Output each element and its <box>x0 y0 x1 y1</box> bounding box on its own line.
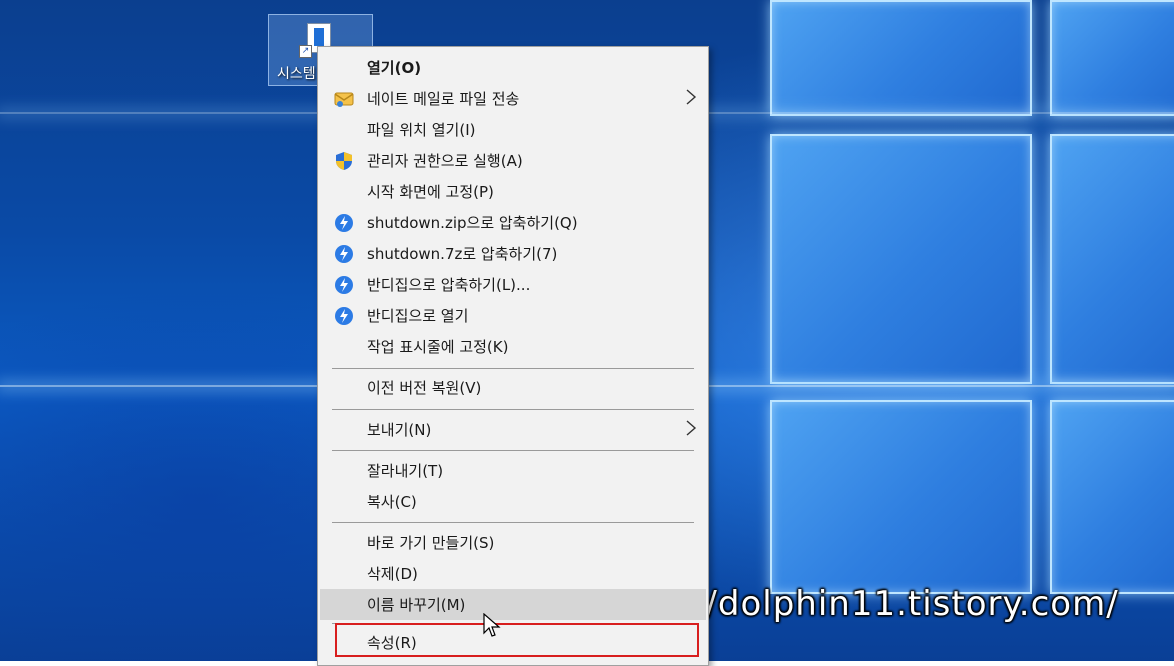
wallpaper-pane <box>770 134 1032 384</box>
nate-mail-icon <box>334 89 354 109</box>
wallpaper-pane <box>1050 0 1174 116</box>
menu-item-run-as-admin[interactable]: 관리자 권한으로 실행(A) <box>320 145 706 176</box>
uac-shield-icon <box>334 151 354 171</box>
menu-item-pin-to-taskbar[interactable]: 작업 표시줄에 고정(K) <box>320 331 706 362</box>
desktop-icon-label: 시스템 <box>277 66 316 82</box>
menu-item-label: 바로 가기 만들기(S) <box>367 534 495 552</box>
menu-item-label: shutdown.7z로 압축하기(7) <box>367 245 558 263</box>
menu-item-rename[interactable]: 이름 바꾸기(M) <box>320 589 706 620</box>
bandizip-icon <box>334 244 354 264</box>
menu-item-label: 삭제(D) <box>367 565 418 583</box>
menu-item-label: 관리자 권한으로 실행(A) <box>367 152 523 170</box>
menu-item-label: 보내기(N) <box>367 421 432 439</box>
menu-item-label: 열기(O) <box>367 59 422 77</box>
menu-item-compress-7z[interactable]: shutdown.7z로 압축하기(7) <box>320 238 706 269</box>
menu-item-restore-previous[interactable]: 이전 버전 복원(V) <box>320 372 706 403</box>
bandizip-icon <box>334 213 354 233</box>
menu-item-pin-to-start[interactable]: 시작 화면에 고정(P) <box>320 176 706 207</box>
menu-item-bandizip-compress[interactable]: 반디집으로 압축하기(L)... <box>320 269 706 300</box>
shortcut-arrow-icon: ↗ <box>299 45 312 58</box>
menu-item-open-file-location[interactable]: 파일 위치 열기(I) <box>320 114 706 145</box>
menu-item-create-shortcut[interactable]: 바로 가기 만들기(S) <box>320 527 706 558</box>
menu-item-label: shutdown.zip으로 압축하기(Q) <box>367 214 578 232</box>
menu-item-label: 잘라내기(T) <box>367 462 444 480</box>
chevron-right-icon <box>684 418 698 438</box>
menu-item-label: 시작 화면에 고정(P) <box>367 183 494 201</box>
menu-separator <box>332 368 694 369</box>
menu-item-copy[interactable]: 복사(C) <box>320 486 706 517</box>
menu-separator <box>332 450 694 451</box>
menu-item-send-to[interactable]: 보내기(N) <box>320 414 706 445</box>
wallpaper-pane <box>770 400 1032 594</box>
menu-item-label: 파일 위치 열기(I) <box>367 121 476 139</box>
menu-item-label: 반디집으로 열기 <box>367 307 469 325</box>
menu-item-label: 이전 버전 복원(V) <box>367 379 482 397</box>
menu-item-label: 네이트 메일로 파일 전송 <box>367 90 520 108</box>
context-menu: 열기(O) 네이트 메일로 파일 전송 파일 위치 열기(I) 관리자 권한으로… <box>317 46 709 666</box>
wallpaper-pane <box>1050 400 1174 594</box>
menu-separator <box>332 409 694 410</box>
bandizip-icon <box>334 275 354 295</box>
bandizip-icon <box>334 306 354 326</box>
menu-item-label: 작업 표시줄에 고정(K) <box>367 338 509 356</box>
menu-item-cut[interactable]: 잘라내기(T) <box>320 455 706 486</box>
menu-item-open[interactable]: 열기(O) <box>320 52 706 83</box>
menu-item-delete[interactable]: 삭제(D) <box>320 558 706 589</box>
menu-item-bandizip-open[interactable]: 반디집으로 열기 <box>320 300 706 331</box>
wallpaper-pane <box>770 0 1032 116</box>
highlight-box <box>335 623 699 657</box>
menu-separator <box>332 522 694 523</box>
menu-item-label: 반디집으로 압축하기(L)... <box>367 276 531 294</box>
wallpaper-pane <box>1050 134 1174 384</box>
menu-item-compress-zip[interactable]: shutdown.zip으로 압축하기(Q) <box>320 207 706 238</box>
menu-item-label: 복사(C) <box>367 493 417 511</box>
menu-item-nate-mail[interactable]: 네이트 메일로 파일 전송 <box>320 83 706 114</box>
menu-item-label: 이름 바꾸기(M) <box>367 596 466 614</box>
mouse-cursor-icon <box>483 612 503 641</box>
chevron-right-icon <box>684 87 698 107</box>
